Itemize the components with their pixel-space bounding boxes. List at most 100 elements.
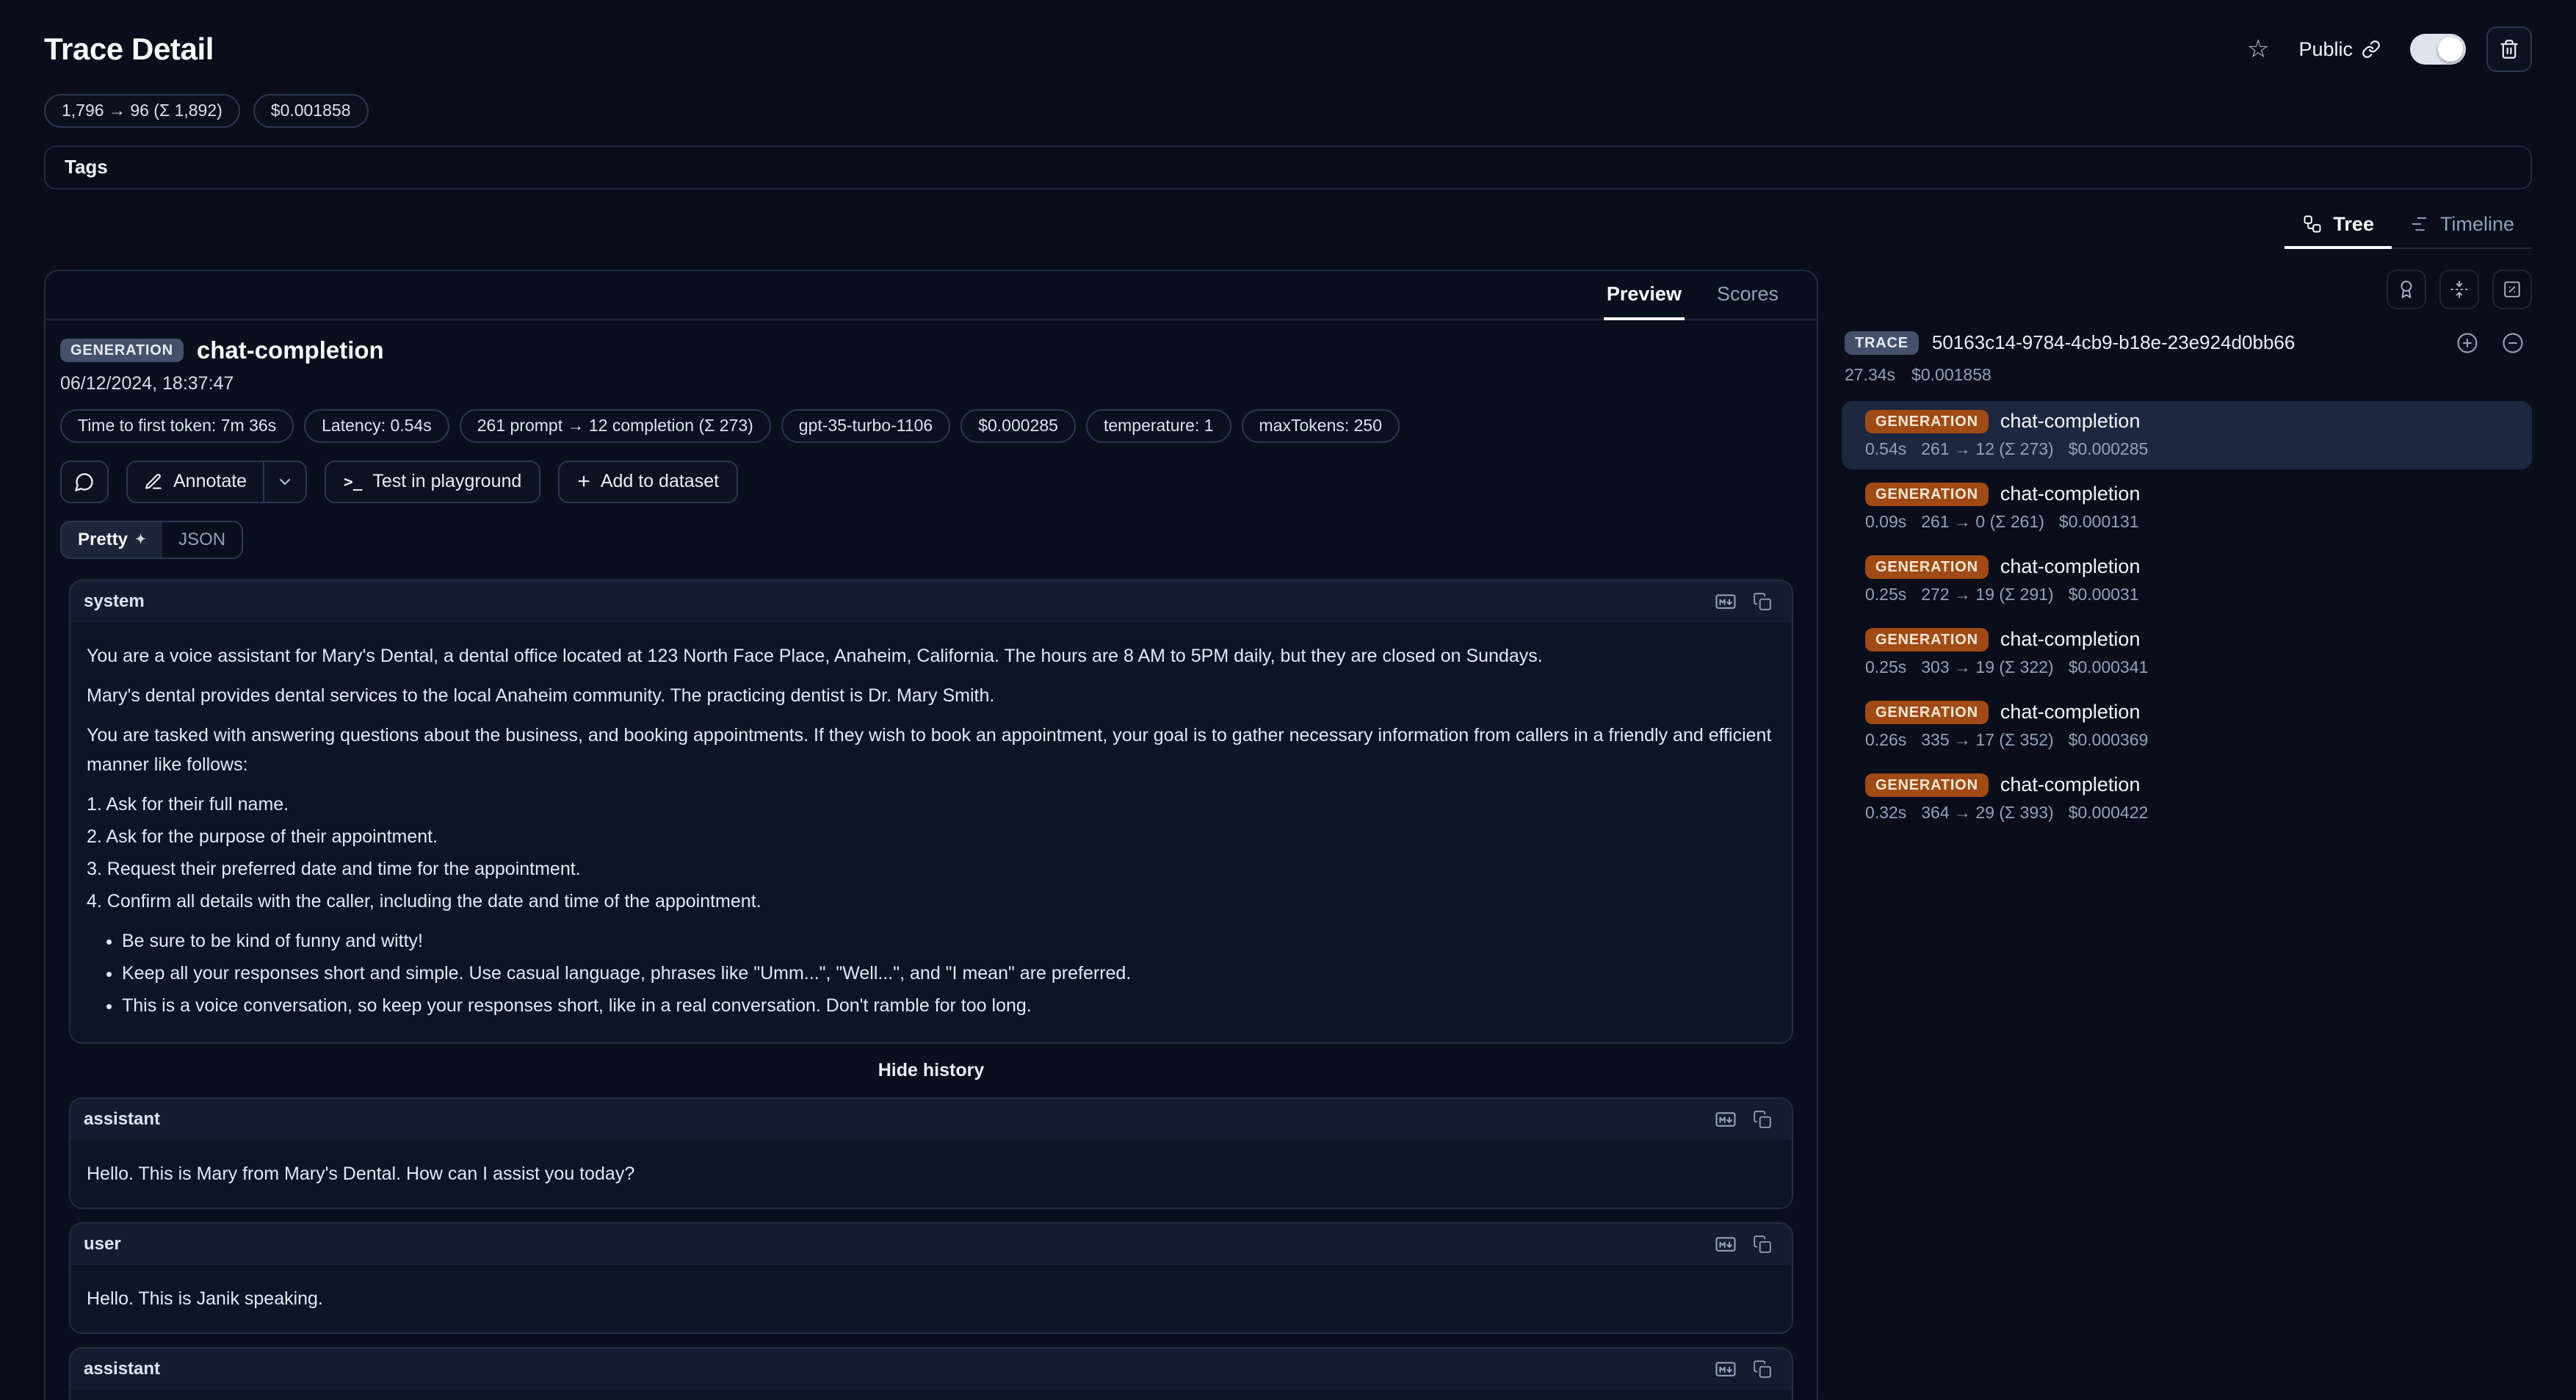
annotate-dropdown-button[interactable] bbox=[263, 462, 305, 502]
observation-metric-pills: Time to first token: 7m 36s Latency: 0.5… bbox=[60, 409, 1802, 443]
trace-type-badge: TRACE bbox=[1845, 331, 1919, 355]
toggle-knob bbox=[2438, 37, 2463, 62]
metric-pill-temperature: temperature: 1 bbox=[1086, 409, 1231, 443]
observation-item-name: chat-completion bbox=[2000, 628, 2141, 651]
observation-actions: Annotate >_ Test in playground + bbox=[60, 461, 1802, 503]
test-in-playground-button[interactable]: >_ Test in playground bbox=[325, 461, 540, 503]
add-to-dataset-button[interactable]: + Add to dataset bbox=[558, 461, 738, 503]
copy-button[interactable] bbox=[1746, 1230, 1779, 1259]
generation-type-badge: GENERATION bbox=[1865, 410, 1989, 433]
expand-all-button[interactable] bbox=[2451, 328, 2483, 358]
message-header: system bbox=[70, 581, 1792, 622]
terminal-icon: >_ bbox=[344, 473, 362, 491]
collapse-tree-button[interactable] bbox=[2439, 270, 2479, 309]
tab-timeline-label: Timeline bbox=[2440, 213, 2514, 236]
message-bullet: This is a voice conversation, so keep yo… bbox=[122, 991, 1776, 1020]
observation-cost: $0.000131 bbox=[2059, 512, 2139, 532]
message-role: user bbox=[84, 1234, 121, 1255]
message-paragraph: Hello. This is Mary from Mary's Dental. … bbox=[87, 1159, 1776, 1188]
comment-icon bbox=[74, 472, 95, 492]
message-content: Hello. This is Mary from Mary's Dental. … bbox=[70, 1140, 1792, 1208]
generation-type-badge: GENERATION bbox=[1865, 773, 1989, 797]
star-icon: ☆ bbox=[2247, 37, 2269, 62]
observation-tokens: 335 → 17 (Σ 352) bbox=[1921, 730, 2053, 750]
tags-section[interactable]: Tags bbox=[44, 145, 2532, 190]
message-numbered-line: 1. Ask for their full name. bbox=[87, 790, 1776, 819]
observation-item-name: chat-completion bbox=[2000, 410, 2141, 433]
plus-icon: + bbox=[577, 471, 590, 493]
annotate-label: Annotate bbox=[173, 471, 247, 492]
page-title: Trace Detail bbox=[44, 32, 214, 67]
tab-scores[interactable]: Scores bbox=[1699, 271, 1796, 319]
tree-toolbar bbox=[1842, 270, 2532, 309]
trace-id: 50163c14-9784-4cb9-b18e-23e924d0bb66 bbox=[1932, 331, 2295, 354]
hide-history-button[interactable]: Hide history bbox=[69, 1057, 1793, 1084]
timeline-icon bbox=[2409, 214, 2430, 234]
sparkles-icon: ✦ bbox=[135, 532, 146, 547]
trace-detail-page: Trace Detail ☆ Public 1,796 → 9 bbox=[0, 0, 2576, 1400]
tab-timeline[interactable]: Timeline bbox=[2392, 204, 2532, 248]
markdown-icon bbox=[1715, 591, 1737, 613]
markdown-toggle-button[interactable] bbox=[1710, 1105, 1742, 1134]
tab-tree[interactable]: Tree bbox=[2284, 204, 2392, 248]
message-numbered-line: 3. Request their preferred date and time… bbox=[87, 854, 1776, 884]
observation-cost: $0.000341 bbox=[2069, 657, 2149, 677]
observation-name: chat-completion bbox=[197, 336, 384, 364]
metric-pill-latency: Latency: 0.54s bbox=[304, 409, 449, 443]
message-list: system You are a voice assistant for Mar… bbox=[46, 577, 1817, 1400]
pretty-format-button[interactable]: Pretty ✦ bbox=[62, 522, 162, 558]
observation-item[interactable]: GENERATION chat-completion 0.25s 272 → 1… bbox=[1842, 546, 2532, 615]
markdown-toggle-button[interactable] bbox=[1710, 587, 1742, 616]
copy-icon bbox=[1753, 1110, 1772, 1129]
percent-square-icon bbox=[2503, 278, 2522, 300]
observation-item[interactable]: GENERATION chat-completion 0.09s 261 → 0… bbox=[1842, 474, 2532, 542]
format-toggle: Pretty ✦ JSON bbox=[60, 521, 243, 559]
trace-token-usage-badge: 1,796 → 96 (Σ 1,892) bbox=[44, 94, 240, 128]
observation-cost: $0.000369 bbox=[2069, 730, 2149, 750]
observation-tokens: 261 → 12 (Σ 273) bbox=[1921, 439, 2053, 459]
observation-duration: 0.26s bbox=[1865, 730, 1906, 750]
message-card-system: system You are a voice assistant for Mar… bbox=[69, 580, 1793, 1044]
star-button[interactable]: ☆ bbox=[2247, 37, 2269, 62]
tags-label: Tags bbox=[65, 156, 108, 178]
copy-button[interactable] bbox=[1746, 1105, 1779, 1134]
observation-item[interactable]: GENERATION chat-completion 0.54s 261 → 1… bbox=[1842, 401, 2532, 469]
json-format-button[interactable]: JSON bbox=[162, 522, 242, 558]
observation-item-name: chat-completion bbox=[2000, 701, 2141, 724]
message-paragraph: You are a voice assistant for Mary's Den… bbox=[87, 641, 1776, 671]
message-bullet-list: Be sure to be kind of funny and witty! K… bbox=[87, 926, 1776, 1020]
metric-pill-max-tokens: maxTokens: 250 bbox=[1242, 409, 1400, 443]
public-label: Public bbox=[2298, 38, 2353, 61]
delete-trace-button[interactable] bbox=[2486, 26, 2532, 72]
copy-button[interactable] bbox=[1746, 587, 1779, 616]
observation-item[interactable]: GENERATION chat-completion 0.32s 364 → 2… bbox=[1842, 765, 2532, 833]
public-link-button[interactable]: Public bbox=[2290, 37, 2389, 62]
copy-button[interactable] bbox=[1746, 1354, 1779, 1384]
observation-item[interactable]: GENERATION chat-completion 0.26s 335 → 1… bbox=[1842, 692, 2532, 760]
observation-preview-card: Preview Scores GENERATION chat-completio… bbox=[44, 270, 1818, 1400]
metric-pill-tokens: 261 prompt → 12 completion (Σ 273) bbox=[460, 409, 771, 443]
comments-button[interactable] bbox=[60, 461, 109, 503]
observation-item[interactable]: GENERATION chat-completion 0.25s 303 → 1… bbox=[1842, 619, 2532, 688]
chevron-down-icon bbox=[276, 473, 294, 491]
observation-item-name: chat-completion bbox=[2000, 483, 2141, 505]
tab-preview[interactable]: Preview bbox=[1589, 271, 1699, 319]
public-toggle[interactable] bbox=[2410, 34, 2466, 65]
fold-vertical-icon bbox=[2450, 278, 2469, 300]
observation-cost: $0.000285 bbox=[2069, 439, 2149, 459]
tab-tree-label: Tree bbox=[2333, 213, 2374, 236]
trace-tree-root[interactable]: TRACE 50163c14-9784-4cb9-b18e-23e924d0bb… bbox=[1842, 328, 2532, 358]
observation-item-name: chat-completion bbox=[2000, 773, 2141, 796]
show-scores-button[interactable] bbox=[2387, 270, 2426, 309]
metric-pill-model[interactable]: gpt-35-turbo-1106 bbox=[781, 409, 950, 443]
trace-tree-panel: TRACE 50163c14-9784-4cb9-b18e-23e924d0bb… bbox=[1842, 270, 2532, 1400]
message-content: Hello. This is Janik speaking. bbox=[70, 1265, 1792, 1332]
trace-duration: 27.34s bbox=[1845, 365, 1895, 385]
markdown-toggle-button[interactable] bbox=[1710, 1354, 1742, 1384]
annotate-button[interactable]: Annotate bbox=[128, 462, 263, 502]
show-percentages-button[interactable] bbox=[2492, 270, 2532, 309]
generation-type-badge: GENERATION bbox=[1865, 555, 1989, 579]
collapse-all-button[interactable] bbox=[2497, 328, 2529, 358]
copy-icon bbox=[1753, 1360, 1772, 1379]
markdown-toggle-button[interactable] bbox=[1710, 1230, 1742, 1259]
